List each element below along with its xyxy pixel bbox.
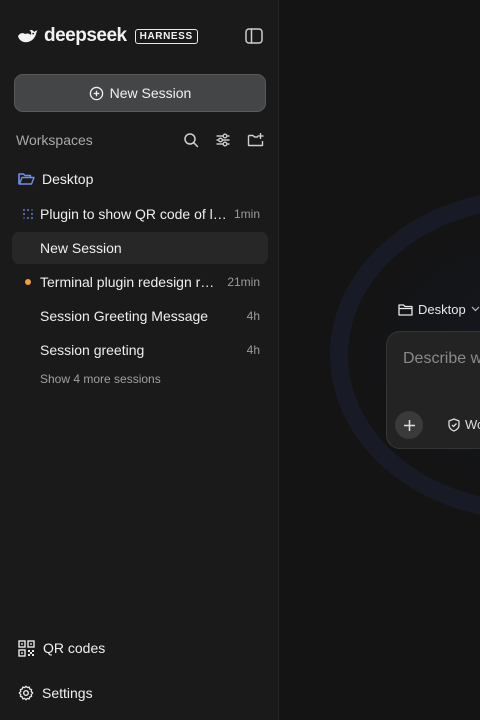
settings-button[interactable]: Settings [18,682,93,704]
filter-button[interactable] [212,130,234,150]
plus-icon [403,419,415,431]
session-title: New Session [40,240,122,256]
session-title: Session greeting [40,342,145,358]
qr-code-icon [18,639,35,657]
chevron-down-icon [471,306,480,312]
prompt-placeholder: Describe w [403,350,480,367]
session-item[interactable]: Plugin to show QR code of l… 1min [12,198,268,230]
new-session-button[interactable]: New Session [14,74,266,112]
whale-logo-icon [18,30,38,43]
sliders-icon [216,133,230,147]
workspaces-title: Workspaces [16,132,93,148]
workspace-folder-desktop[interactable]: Desktop [18,168,93,190]
workspaces-header: Workspaces [16,130,266,150]
qr-codes-label: QR codes [43,640,106,656]
search-button[interactable] [180,130,202,150]
prompt-composer[interactable]: Describe w Wo [386,331,480,449]
running-indicator-icon [23,209,33,219]
session-time: 4h [246,309,260,323]
show-more-sessions-link[interactable]: Show 4 more sessions [40,372,161,386]
search-icon [184,133,199,148]
folder-open-icon [18,173,35,185]
mode-label: Wo [465,417,480,432]
folder-plus-icon [247,133,263,147]
sidebar: deepseek HARNESS New Session Workspaces [0,0,279,720]
session-title: Session Greeting Message [40,308,209,324]
unread-dot-icon [25,279,31,285]
settings-label: Settings [42,685,93,701]
folder-icon [398,303,413,316]
session-item-active[interactable]: New Session [12,232,268,264]
folder-label: Desktop [42,171,94,187]
qr-codes-button[interactable]: QR codes [18,637,105,659]
mode-selector[interactable]: Wo [447,417,480,432]
session-time: 4h [246,343,260,357]
session-item[interactable]: Session Greeting Message 4h [12,300,268,332]
session-item[interactable]: Session greeting 4h [12,334,268,366]
session-title: Terminal plugin redesign r… [40,274,215,290]
directory-label: Desktop [418,301,466,317]
collapse-sidebar-button[interactable] [243,26,265,46]
new-folder-button[interactable] [244,130,266,150]
session-time: 21min [227,275,260,289]
brand-badge: HARNESS [134,28,198,44]
add-attachment-button[interactable] [395,411,423,439]
brand-name: deepseek [44,25,127,46]
shield-edit-icon [448,417,460,432]
session-title: Plugin to show QR code of l… [40,206,227,222]
directory-selector[interactable]: Desktop [398,299,480,319]
plus-circle-icon [89,86,103,100]
new-session-label: New Session [109,85,192,101]
sidebar-toggle-icon [245,28,263,44]
brand-logo: deepseek HARNESS [16,25,198,46]
session-item[interactable]: Terminal plugin redesign r… 21min [12,266,268,298]
main-panel: Desktop Describe w Wo [280,0,480,720]
gear-icon [18,685,34,701]
session-time: 1min [233,207,260,221]
